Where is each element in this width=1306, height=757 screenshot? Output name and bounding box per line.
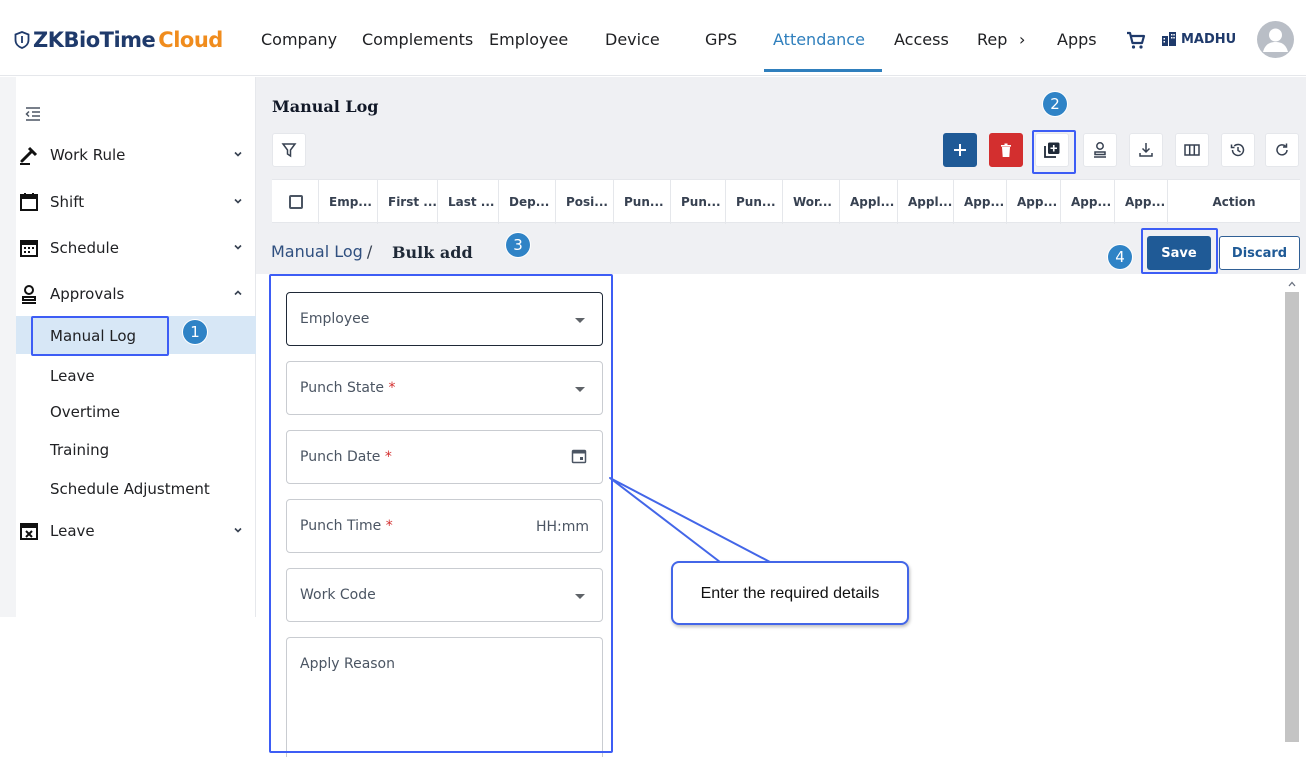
- step-badge-4: 4: [1108, 245, 1132, 269]
- columns-icon: [1183, 141, 1201, 159]
- column-header[interactable]: Pun...: [670, 180, 725, 224]
- work-rule-icon: [18, 144, 40, 166]
- nav-access[interactable]: Access: [894, 30, 949, 49]
- sidebar-collapse-icon[interactable]: [24, 106, 42, 124]
- shield-logo-icon: [14, 31, 30, 49]
- column-header-action: Action: [1167, 180, 1300, 224]
- refresh-button[interactable]: [1265, 133, 1299, 167]
- column-header[interactable]: App...: [953, 180, 1006, 224]
- column-header[interactable]: Posi...: [555, 180, 613, 224]
- step-badge-2: 2: [1043, 92, 1067, 116]
- breadcrumb-parent[interactable]: Manual Log /: [271, 242, 376, 261]
- nav-more-arrow[interactable]: ›: [1019, 30, 1025, 49]
- download-icon: [1137, 141, 1155, 159]
- add-icon: [952, 142, 968, 158]
- sidebar-item-label: Work Rule: [50, 146, 126, 164]
- company-building-icon: [1161, 31, 1177, 47]
- nav-device[interactable]: Device: [605, 30, 660, 49]
- sidebar-item-work-rule[interactable]: Work Rule: [18, 141, 254, 169]
- sidebar-item-label: Shift: [50, 193, 85, 211]
- download-button[interactable]: [1129, 133, 1163, 167]
- approve-button[interactable]: [1083, 133, 1117, 167]
- column-header[interactable]: Last ...: [437, 180, 498, 224]
- highlight-bulk-add: [1032, 130, 1076, 174]
- nav-attendance[interactable]: Attendance: [773, 30, 865, 49]
- nav-apps[interactable]: Apps: [1057, 30, 1097, 49]
- avatar[interactable]: [1257, 21, 1294, 58]
- chevron-up-icon: [232, 287, 244, 299]
- discard-button[interactable]: Discard: [1219, 236, 1300, 270]
- delete-button[interactable]: [989, 133, 1023, 167]
- highlight-manual-log: [31, 316, 169, 356]
- nav-complements[interactable]: Complements: [362, 30, 473, 49]
- add-button[interactable]: [943, 133, 977, 167]
- brand-suffix: Cloud: [158, 28, 223, 52]
- column-header[interactable]: App...: [1006, 180, 1060, 224]
- step-badge-1: 1: [183, 320, 207, 344]
- step-badge-3: 3: [506, 233, 530, 257]
- chevron-down-icon: [232, 524, 244, 536]
- column-header[interactable]: Wor...: [782, 180, 839, 224]
- scroll-up-icon[interactable]: [1288, 280, 1296, 288]
- sidebar-sub-overtime[interactable]: Overtime: [50, 403, 120, 421]
- schedule-icon: [18, 237, 40, 259]
- column-header[interactable]: App...: [1114, 180, 1167, 224]
- column-header[interactable]: App...: [1060, 180, 1114, 224]
- brand-logo[interactable]: ZKBioTime Cloud: [14, 27, 223, 53]
- column-header[interactable]: Dep...: [498, 180, 555, 224]
- chevron-down-icon: [232, 148, 244, 160]
- nav-active-indicator: [764, 69, 882, 72]
- calendar-icon: [18, 191, 40, 213]
- highlight-form: [269, 274, 613, 753]
- column-header[interactable]: Appl...: [897, 180, 953, 224]
- refresh-icon: [1273, 141, 1291, 159]
- sidebar-item-leave[interactable]: Leave: [18, 517, 254, 545]
- breadcrumb-current: Bulk add: [392, 243, 473, 262]
- nav-reports[interactable]: Rep: [977, 30, 1007, 49]
- approvals-icon: [18, 283, 40, 305]
- table-header: Emp... First ... Last ... Dep... Posi...…: [272, 179, 1300, 224]
- page-title: Manual Log: [272, 97, 379, 116]
- scrollbar-thumb[interactable]: [1285, 292, 1299, 742]
- brand-name: ZKBioTime: [33, 28, 156, 52]
- nav-company[interactable]: Company: [261, 30, 337, 49]
- breadcrumb-parent-label[interactable]: Manual Log: [271, 242, 363, 261]
- sidebar-item-label: Leave: [50, 522, 95, 540]
- column-header[interactable]: Pun...: [613, 180, 670, 224]
- column-header[interactable]: Appl...: [839, 180, 897, 224]
- approve-icon: [1091, 141, 1109, 159]
- delete-icon: [998, 142, 1014, 158]
- chevron-down-icon: [232, 241, 244, 253]
- history-icon: [1229, 141, 1247, 159]
- sidebar-strip: [0, 77, 16, 617]
- select-all-checkbox[interactable]: [289, 195, 303, 209]
- nav-employee[interactable]: Employee: [489, 30, 568, 49]
- callout-pointer: [609, 477, 771, 563]
- columns-button[interactable]: [1175, 133, 1209, 167]
- sidebar-item-approvals[interactable]: Approvals: [18, 280, 254, 308]
- breadcrumb-separator: /: [366, 242, 373, 261]
- sidebar-item-shift[interactable]: Shift: [18, 188, 254, 216]
- sidebar-item-schedule[interactable]: Schedule: [18, 234, 254, 262]
- column-header[interactable]: Emp...: [318, 180, 377, 224]
- column-header[interactable]: Pun...: [725, 180, 782, 224]
- cart-icon[interactable]: [1125, 29, 1147, 51]
- history-button[interactable]: [1221, 133, 1255, 167]
- sidebar-sub-schedule-adjustment[interactable]: Schedule Adjustment: [50, 480, 210, 498]
- sidebar-item-label: Approvals: [50, 285, 125, 303]
- filter-icon: [281, 142, 297, 158]
- user-company-name[interactable]: MADHU: [1181, 32, 1236, 47]
- filter-button[interactable]: [272, 133, 306, 167]
- leave-calendar-icon: [18, 520, 40, 542]
- sidebar-sub-training[interactable]: Training: [50, 441, 109, 459]
- chevron-down-icon: [232, 195, 244, 207]
- callout-note: Enter the required details: [671, 561, 909, 625]
- column-header[interactable]: First ...: [377, 180, 437, 224]
- nav-gps[interactable]: GPS: [705, 30, 737, 49]
- sidebar-sub-leave[interactable]: Leave: [50, 367, 95, 385]
- highlight-save: [1141, 228, 1218, 274]
- sidebar-item-label: Schedule: [50, 239, 119, 257]
